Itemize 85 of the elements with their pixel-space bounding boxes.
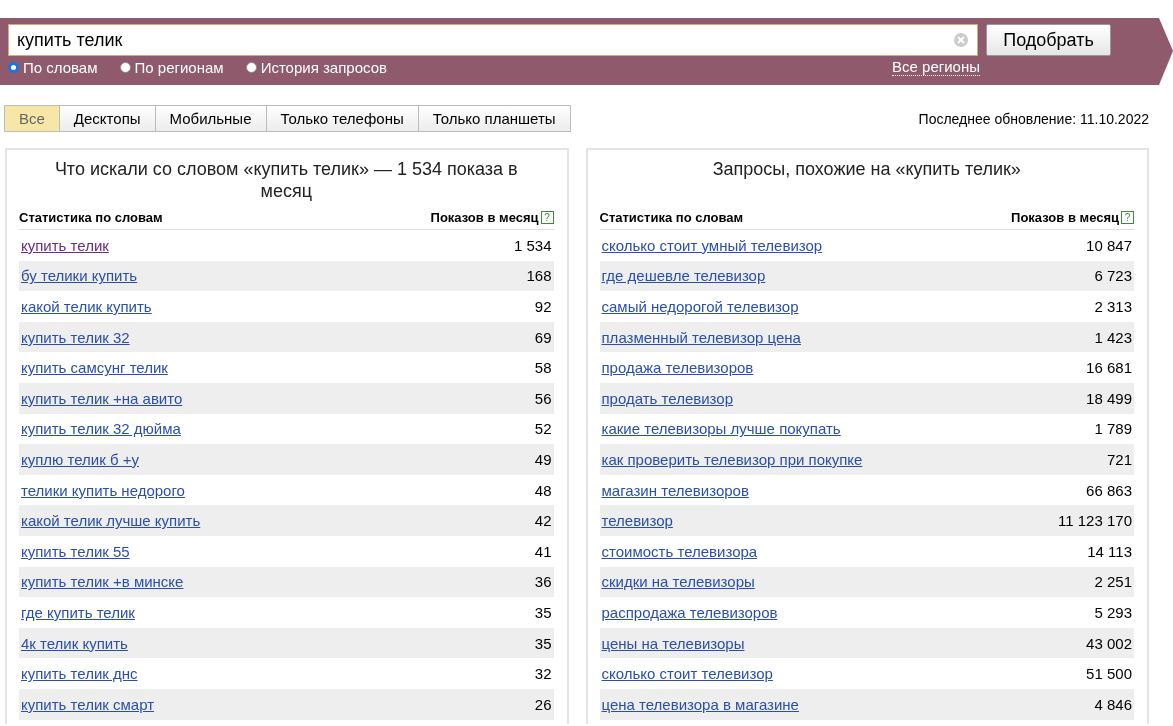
phrase-link[interactable]: купить самсунг телик [21,359,168,377]
phrase-link[interactable]: купить телик 32 [21,328,130,346]
help-icon[interactable]: ? [540,211,554,224]
last-update-text: Последнее обновление: 11.10.2022 [918,110,1149,127]
phrase-link[interactable]: продать телевизор [601,389,733,407]
phrase-link[interactable]: куплю телик б +у [21,450,139,468]
phrase-link[interactable]: сколько стоит умный телевизор [601,236,823,254]
radio-option[interactable]: История запросов [245,58,387,76]
phrase-link[interactable]: телики купить недорого [21,481,185,499]
phrase-link[interactable]: бу телики купить [21,267,138,285]
regions-link[interactable]: Все регионы [892,58,980,76]
submit-button[interactable]: Подобрать [986,24,1111,56]
count-cell: 69 [534,328,552,346]
column-header: Статистика по словам [599,210,744,225]
phrase-link[interactable]: цена телевизора в магазине [601,695,799,713]
count-cell: 1 423 [1094,328,1132,346]
panel-title: Запросы, похожие на «купить телик» [711,158,1022,181]
panel-title: Что искали со словом «купить телик» — 1 534 показа в месяц [53,158,519,202]
column-header: Показов в месяц [1011,210,1119,225]
phrase-link[interactable]: купить телик смарт [21,695,155,713]
phrase-link[interactable]: продажа телевизоров [601,359,754,377]
phrase-link[interactable]: самый недорогой телевизор [601,298,799,315]
column-header: Статистика по словам [19,210,163,225]
count-cell: 58 [534,359,552,377]
phrase-link[interactable]: где дешевле телевизор [601,267,766,285]
count-cell: 18 499 [1086,389,1132,407]
count-cell: 11 123 170 [1058,512,1132,530]
radio-option[interactable]: По словам [8,58,98,76]
search-field[interactable]: купить телик [8,24,978,56]
count-cell: 2 251 [1094,573,1132,591]
phrase-link[interactable]: купить телик +в минске [21,573,184,591]
phrase-link[interactable]: распродажа телевизоров [601,603,778,621]
phrase-link[interactable]: сколько стоит телевизор [601,665,773,683]
phrase-link[interactable]: телевизор [601,512,673,530]
phrase-link[interactable]: какой телик лучше купить [21,512,201,530]
count-cell: 5 293 [1094,603,1132,621]
count-cell: 49 [534,450,552,468]
count-cell: 1 789 [1094,420,1132,438]
count-cell: 92 [534,298,552,315]
count-cell: 52 [534,420,552,438]
phrase-link[interactable]: купить телик +на авито [21,389,183,407]
count-cell: 41 [534,542,552,560]
count-cell: 51 500 [1086,665,1132,683]
count-cell: 35 [534,603,552,621]
phrase-link[interactable]: плазменный телевизор цена [601,328,801,346]
count-cell: 48 [534,481,552,499]
count-cell: 1 534 [513,236,552,254]
phrase-link[interactable]: какой телик купить [21,298,152,315]
count-cell: 26 [534,695,552,713]
count-cell: 721 [1106,450,1132,468]
phrase-link[interactable]: какие телевизоры лучше покупать [601,420,841,438]
clear-icon[interactable] [953,32,969,48]
help-icon[interactable]: ? [1121,211,1134,224]
device-tab[interactable]: Только планшеты [417,105,571,132]
count-cell: 36 [534,573,552,591]
count-cell: 16 681 [1086,359,1132,377]
phrase-link[interactable]: цены на телевизоры [601,634,745,652]
count-cell: 10 847 [1086,236,1132,254]
count-cell: 42 [534,512,552,530]
column-header: Показов в месяц [430,210,539,225]
device-tab[interactable]: Все [4,105,60,132]
count-cell: 43 002 [1086,634,1132,652]
phrase-link[interactable]: 4к телик купить [21,634,128,652]
count-cell: 168 [526,267,552,285]
phrase-link[interactable]: стоимость телевизора [601,542,758,560]
phrase-link[interactable]: купить телик [21,236,109,254]
count-cell: 32 [534,665,552,683]
phrase-link[interactable]: купить телик 55 [21,542,130,560]
count-cell: 4 846 [1094,695,1132,713]
phrase-link[interactable]: скидки на телевизоры [601,573,755,591]
device-tab[interactable]: Мобильные [154,105,267,132]
phrase-link[interactable]: магазин телевизоров [601,481,749,499]
count-cell: 2 313 [1094,298,1132,315]
count-cell: 56 [534,389,552,407]
count-cell: 14 113 [1087,542,1132,560]
device-tab[interactable]: Десктопы [58,105,156,132]
count-cell: 6 723 [1094,267,1132,285]
device-tab[interactable]: Только телефоны [265,105,419,132]
phrase-link[interactable]: как проверить телевизор при покупке [601,450,863,468]
radio-option[interactable]: По регионам [119,58,224,76]
phrase-link[interactable]: купить телик днс [21,665,138,683]
count-cell: 66 863 [1086,481,1132,499]
phrase-link[interactable]: где купить телик [21,603,135,621]
phrase-link[interactable]: купить телик 32 дюйма [21,420,181,438]
count-cell: 35 [534,634,552,652]
